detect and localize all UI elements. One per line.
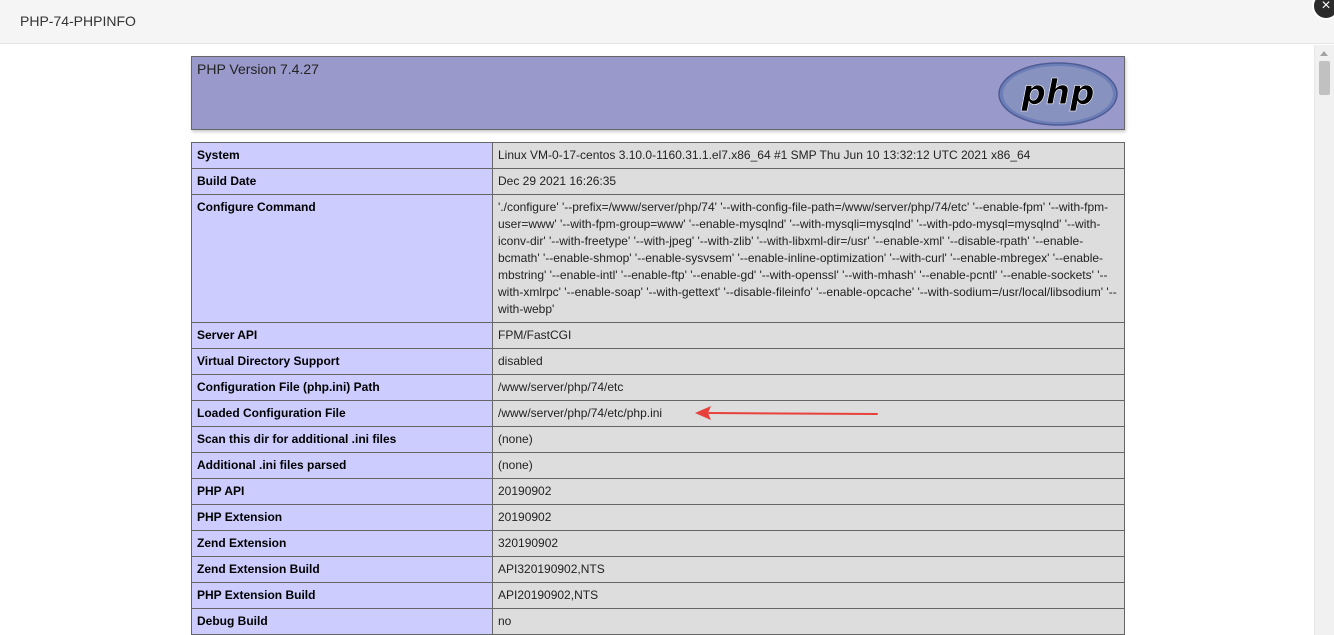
- info-row: Zend Extension Build API320190902,NTS: [191, 556, 1125, 583]
- info-row: System Linux VM-0-17-centos 3.10.0-1160.3…: [191, 142, 1125, 169]
- dialog-title: PHP-74-PHPINFO: [20, 13, 136, 29]
- info-value: (none): [492, 426, 1125, 453]
- scroll-thumb[interactable]: [1319, 61, 1330, 95]
- info-key: Zend Extension Build: [191, 556, 493, 583]
- info-row: PHP API 20190902: [191, 478, 1125, 505]
- info-row: Virtual Directory Support disabled: [191, 348, 1125, 375]
- info-row: PHP Extension 20190902: [191, 504, 1125, 531]
- info-row: Debug Build no: [191, 608, 1125, 635]
- annotation-arrow: [695, 406, 878, 420]
- php-version-title: PHP Version 7.4.27: [197, 61, 319, 77]
- info-row: Configure Command './configure' '--prefix…: [191, 194, 1125, 323]
- info-row: Loaded Configuration File/www/server/php…: [191, 400, 1125, 427]
- info-value: (none): [492, 452, 1125, 479]
- info-key: Zend Extension: [191, 530, 493, 557]
- php-logo-text: php: [1021, 73, 1095, 113]
- vertical-scrollbar[interactable]: [1314, 45, 1334, 635]
- info-key: PHP Extension Build: [191, 582, 493, 609]
- info-value: Linux VM-0-17-centos 3.10.0-1160.31.1.el…: [492, 142, 1125, 169]
- info-value: FPM/FastCGI: [492, 322, 1125, 349]
- info-value: Dec 29 2021 16:26:35: [492, 168, 1125, 195]
- info-row: PHP Extension Build API20190902,NTS: [191, 582, 1125, 609]
- php-logo: php: [998, 62, 1118, 126]
- info-key: Build Date: [191, 168, 493, 195]
- info-key: PHP API: [191, 478, 493, 505]
- info-key: Loaded Configuration File: [191, 400, 493, 427]
- info-key: System: [191, 142, 493, 169]
- info-key: Scan this dir for additional .ini files: [191, 426, 493, 453]
- info-row: Configuration File (php.ini) Path/www/se…: [191, 374, 1125, 401]
- phpinfo-header: PHP Version 7.4.27 php: [191, 56, 1125, 130]
- dialog-titlebar: PHP-74-PHPINFO: [0, 0, 1334, 44]
- info-value: 20190902: [492, 478, 1125, 505]
- info-key: Server API: [191, 322, 493, 349]
- phpinfo-table: System Linux VM-0-17-centos 3.10.0-1160.3…: [191, 142, 1125, 635]
- info-row: Scan this dir for additional .ini files(…: [191, 426, 1125, 453]
- info-key: Configuration File (php.ini) Path: [191, 374, 493, 401]
- info-value: 320190902: [492, 530, 1125, 557]
- info-value: no: [492, 608, 1125, 635]
- info-value: 20190902: [492, 504, 1125, 531]
- info-row: Server API FPM/FastCGI: [191, 322, 1125, 349]
- phpinfo-content[interactable]: PHP Version 7.4.27 php System Linux VM-0-…: [0, 45, 1314, 635]
- info-value: /www/server/php/74/etc: [492, 374, 1125, 401]
- info-value: './configure' '--prefix=/www/server/php/…: [492, 194, 1125, 323]
- info-value: API20190902,NTS: [492, 582, 1125, 609]
- info-key: Debug Build: [191, 608, 493, 635]
- info-key: Configure Command: [191, 194, 493, 323]
- info-value: API320190902,NTS: [492, 556, 1125, 583]
- info-value: disabled: [492, 348, 1125, 375]
- scroll-up-arrow-icon[interactable]: [1320, 51, 1328, 56]
- info-key: Virtual Directory Support: [191, 348, 493, 375]
- info-row: Additional .ini files parsed (none): [191, 452, 1125, 479]
- info-key: Additional .ini files parsed: [191, 452, 493, 479]
- info-row: Zend Extension 320190902: [191, 530, 1125, 557]
- info-row: Build Date Dec 29 2021 16:26:35: [191, 168, 1125, 195]
- info-key: PHP Extension: [191, 504, 493, 531]
